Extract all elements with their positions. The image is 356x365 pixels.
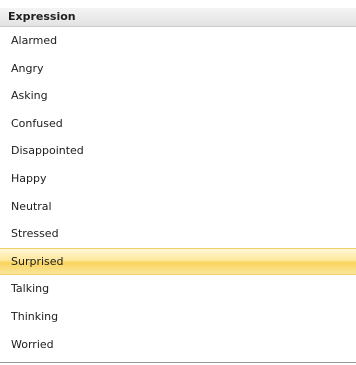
- expression-column-header[interactable]: Expression: [0, 8, 356, 27]
- expression-list: Expression Alarmed Angry Asking Confused…: [0, 8, 356, 363]
- list-item-neutral[interactable]: Neutral: [0, 193, 356, 221]
- list-item-surprised[interactable]: Surprised: [0, 247, 356, 276]
- list-item-worried[interactable]: Worried: [0, 331, 356, 359]
- top-edge-marker: ": [13, 0, 18, 6]
- list-item-talking[interactable]: Talking: [0, 275, 356, 303]
- list-item-thinking[interactable]: Thinking: [0, 303, 356, 331]
- list-item-confused[interactable]: Confused: [0, 110, 356, 138]
- list-item-alarmed[interactable]: Alarmed: [0, 27, 356, 55]
- list-item-disappointed[interactable]: Disappointed: [0, 137, 356, 165]
- expression-list-body: Alarmed Angry Asking Confused Disappoint…: [0, 27, 356, 358]
- list-item-stressed[interactable]: Stressed: [0, 220, 356, 248]
- list-item-happy[interactable]: Happy: [0, 165, 356, 193]
- list-item-asking[interactable]: Asking: [0, 82, 356, 110]
- list-item-angry[interactable]: Angry: [0, 55, 356, 83]
